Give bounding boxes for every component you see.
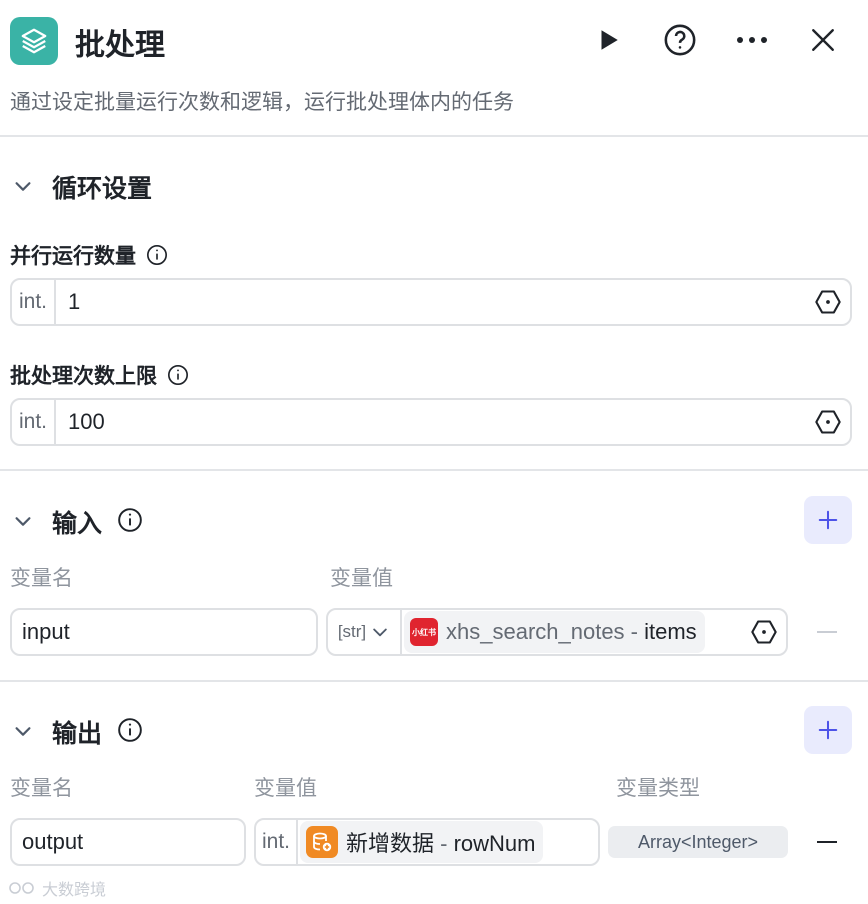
close-icon — [812, 29, 834, 51]
batch-layers-icon — [10, 17, 58, 65]
panel-header: 批处理 — [0, 0, 868, 80]
variable-ref-icon[interactable] — [814, 408, 842, 436]
column-header-value: 变量值 — [254, 776, 317, 800]
chevron-down-icon[interactable] — [12, 175, 34, 197]
output-variable-name[interactable]: output — [12, 829, 244, 855]
more-button[interactable] — [734, 22, 770, 58]
max-count-label: 批处理次数上限 — [10, 360, 189, 390]
column-header-value: 变量值 — [330, 566, 393, 590]
section-title-loop: 循环设置 — [52, 174, 153, 203]
input-variable-name[interactable]: input — [12, 619, 316, 645]
close-button[interactable] — [805, 22, 841, 58]
max-count-label-text: 批处理次数上限 — [10, 364, 157, 388]
column-header-type: 变量类型 — [616, 776, 700, 800]
max-count-value[interactable]: 100 — [56, 409, 814, 435]
variable-ref-icon[interactable] — [814, 288, 842, 316]
input-variable-name-field[interactable]: input — [10, 608, 318, 656]
run-button[interactable] — [590, 22, 626, 58]
database-add-icon — [306, 826, 338, 858]
parallel-count-field[interactable]: int. 1 — [10, 278, 852, 326]
reference-field-name: items — [644, 619, 697, 644]
parallel-count-value[interactable]: 1 — [56, 289, 814, 315]
chevron-down-icon[interactable] — [12, 510, 34, 532]
variable-reference-chip[interactable]: 新增数据 - rowNum — [300, 821, 544, 863]
info-icon[interactable] — [117, 507, 143, 533]
minus-icon — [817, 841, 837, 843]
help-button[interactable] — [662, 22, 698, 58]
divider — [0, 469, 868, 471]
add-input-button[interactable] — [804, 496, 852, 544]
column-header-name: 变量名 — [10, 776, 73, 800]
divider — [0, 135, 868, 137]
help-icon — [664, 24, 696, 56]
xhs-app-icon: 小红书 — [410, 618, 438, 646]
parallel-count-label-text: 并行运行数量 — [10, 244, 136, 268]
page-title: 批处理 — [75, 28, 165, 63]
reference-node-name: xhs_search_notes — [446, 619, 625, 644]
reference-separator: - — [434, 831, 454, 856]
plus-icon — [818, 510, 838, 530]
remove-output-button[interactable] — [812, 827, 842, 857]
type-tag-int: int. — [256, 820, 298, 864]
info-icon[interactable] — [117, 717, 143, 743]
section-title-output: 输出 — [52, 719, 103, 748]
plus-icon — [818, 720, 838, 740]
watermark-logo-icon — [9, 882, 34, 894]
watermark-text: 大数跨境 — [42, 880, 107, 899]
max-count-field[interactable]: int. 100 — [10, 398, 852, 446]
reference-node-name: 新增数据 — [346, 831, 435, 856]
parallel-count-label: 并行运行数量 — [10, 240, 168, 270]
output-variable-name-field[interactable]: output — [10, 818, 246, 866]
add-output-button[interactable] — [804, 706, 852, 754]
type-tag-int: int. — [12, 280, 56, 324]
info-icon[interactable] — [167, 364, 189, 386]
section-title-input: 输入 — [52, 509, 103, 538]
more-icon — [737, 37, 767, 43]
minus-icon — [817, 631, 837, 633]
chevron-down-icon — [373, 628, 387, 637]
variable-reference-chip[interactable]: 小红书 xhs_search_notes - items — [404, 611, 705, 653]
remove-input-button[interactable] — [812, 617, 842, 647]
info-icon[interactable] — [146, 244, 168, 266]
output-variable-value-field[interactable]: int. 新增数据 - rowNum — [254, 818, 600, 866]
type-select-value: [str] — [337, 622, 367, 641]
column-header-name: 变量名 — [10, 566, 73, 590]
play-icon — [601, 30, 618, 50]
type-select[interactable]: [str] — [328, 610, 402, 654]
panel-description: 通过设定批量运行次数和逻辑，运行批处理体内的任务 — [10, 90, 514, 114]
watermark: 大数跨境 — [8, 876, 106, 900]
variable-ref-icon[interactable] — [750, 618, 778, 646]
reference-separator: - — [624, 619, 645, 644]
type-tag-int: int. — [12, 400, 56, 444]
divider — [0, 680, 868, 682]
reference-field-name: rowNum — [453, 831, 536, 856]
variable-type-badge: Array<Integer> — [608, 826, 788, 858]
chevron-down-icon[interactable] — [12, 720, 34, 742]
input-variable-value-field[interactable]: [str] 小红书 xhs_search_notes - items — [326, 608, 788, 656]
